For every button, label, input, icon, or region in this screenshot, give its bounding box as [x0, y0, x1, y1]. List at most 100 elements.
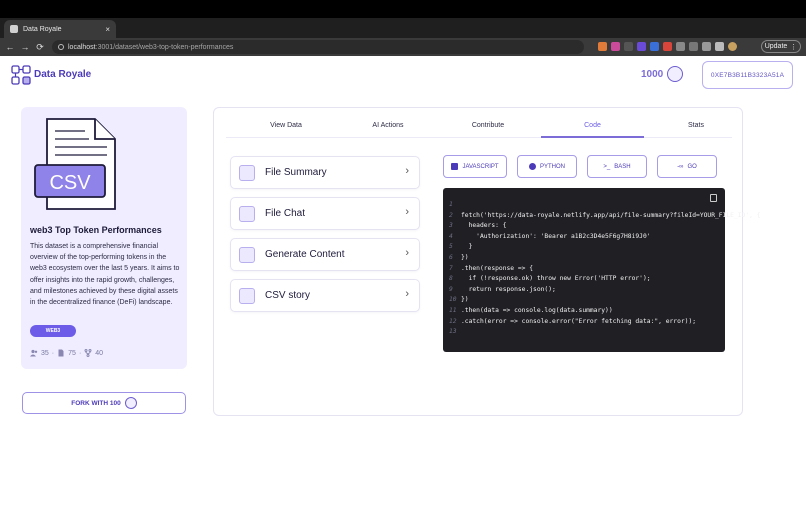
code-text: .then(response => {: [461, 264, 534, 272]
lang-label: BASH: [614, 163, 631, 170]
lang-label: PYTHON: [539, 163, 565, 170]
extension-icon[interactable]: [611, 42, 620, 51]
action-file-summary[interactable]: File Summary ›: [230, 156, 420, 189]
code-text: .catch(error => console.error("Error fet…: [461, 317, 697, 325]
code-line: 3 headers: {: [449, 221, 507, 232]
browser-tab[interactable]: Data Royale ×: [4, 20, 116, 38]
stats-separator: ·: [51, 349, 55, 357]
code-line: 12 .catch(error => console.error("Error f…: [449, 317, 696, 328]
code-text: }: [461, 243, 473, 251]
python-icon: [528, 163, 536, 170]
forks-count: 40: [95, 349, 104, 357]
forward-icon[interactable]: →: [19, 40, 31, 54]
extension-icons: [598, 42, 737, 51]
line-number: 12: [449, 317, 457, 325]
code-line: 7 .then(response => {: [449, 264, 533, 275]
tab-contribute[interactable]: Contribute: [448, 122, 528, 129]
tab-view-data[interactable]: View Data: [246, 122, 326, 129]
action-label: Generate Content: [265, 249, 345, 260]
tab-code[interactable]: Code: [541, 122, 644, 129]
reading-list-icon[interactable]: [702, 42, 711, 51]
line-number: 4: [449, 232, 453, 240]
favicon-icon: [10, 25, 18, 33]
data-royale-logo-icon[interactable]: [11, 65, 31, 85]
coin-icon: [667, 66, 683, 82]
chevron-right-icon: ›: [405, 206, 409, 218]
go-icon: -∞: [677, 163, 684, 170]
extension-metamask-icon[interactable]: [598, 42, 607, 51]
lang-python-button[interactable]: PYTHON: [517, 155, 577, 178]
dataset-tabs: View Data AI Actions Contribute Code Sta…: [226, 120, 732, 138]
tab-stats[interactable]: Stats: [656, 122, 736, 129]
fork-button[interactable]: FORK WITH 100: [22, 392, 186, 414]
code-text: fetch('https://data-royale.netlify.app/a…: [461, 211, 761, 219]
files-count: 75: [68, 349, 76, 357]
lang-go-button[interactable]: -∞ GO: [657, 155, 717, 178]
line-number: 7: [449, 264, 453, 272]
line-number: 6: [449, 254, 453, 261]
brand-name[interactable]: Data Royale: [34, 69, 91, 80]
file-chat-icon: [239, 206, 255, 222]
file-icon: [58, 349, 64, 357]
extension-icon[interactable]: [624, 42, 633, 51]
url-text: localhost:3001/dataset/web3-top-token-pe…: [68, 44, 233, 51]
extension-icon[interactable]: [689, 42, 698, 51]
action-generate-content[interactable]: Generate Content ›: [230, 238, 420, 271]
csv-illustration-text: CSV: [49, 172, 91, 194]
dataset-description: This dataset is a comprehensive financia…: [30, 243, 180, 307]
code-line: 8 if (!response.ok) throw new Error('HTT…: [449, 274, 651, 285]
extension-icon[interactable]: [637, 42, 646, 51]
action-label: CSV story: [265, 290, 311, 301]
file-summary-icon: [239, 165, 255, 181]
browser-update-button[interactable]: Update ⋮: [761, 40, 801, 53]
chevron-right-icon: ›: [405, 165, 409, 177]
profile-avatar[interactable]: [728, 42, 737, 51]
code-text: headers: {: [461, 222, 507, 230]
action-csv-story[interactable]: CSV story ›: [230, 279, 420, 312]
token-balance: 1000: [641, 69, 664, 80]
line-number: 8: [449, 275, 453, 283]
lang-bash-button[interactable]: >_ BASH: [587, 155, 647, 178]
code-text: if (!response.ok) throw new Error('HTTP …: [461, 275, 651, 283]
javascript-icon: [451, 163, 459, 170]
code-text: }): [461, 296, 469, 304]
lang-javascript-button[interactable]: JAVASCRIPT: [443, 155, 507, 178]
app-header: Data Royale 1000 0XE7B3B11B3323A51A: [0, 57, 806, 99]
extensions-puzzle-icon[interactable]: [676, 42, 685, 51]
action-file-chat[interactable]: File Chat ›: [230, 197, 420, 230]
address-bar[interactable]: localhost:3001/dataset/web3-top-token-pe…: [52, 40, 584, 54]
code-line: 9 return response.json();: [449, 285, 556, 296]
browser-tab-title: Data Royale: [23, 25, 62, 33]
line-number: 2: [449, 211, 453, 219]
more-menu-icon[interactable]: ⋮: [790, 43, 797, 51]
site-info-icon[interactable]: [58, 44, 64, 50]
code-snippet[interactable]: 1 2 fetch('https://data-royale.netlify.app…: [443, 188, 761, 352]
side-panel-icon[interactable]: [715, 42, 724, 51]
wallet-address-button[interactable]: 0XE7B3B11B3323A51A: [702, 61, 793, 89]
chevron-right-icon: ›: [405, 288, 409, 300]
extension-icon[interactable]: [650, 42, 659, 51]
line-number: 10: [449, 296, 457, 304]
browser-tab-strip: Data Royale × +: [0, 18, 806, 52]
code-line: 13: [449, 327, 461, 338]
reload-icon[interactable]: ⟳: [34, 40, 46, 54]
stats-separator: ·: [78, 349, 82, 357]
close-tab-icon[interactable]: ×: [105, 25, 110, 34]
copy-icon[interactable]: [710, 194, 717, 202]
csv-file-illustration: CSV: [34, 118, 116, 210]
code-text: .then(data => console.log(data.summary)): [461, 307, 613, 314]
coin-icon: [124, 397, 137, 409]
back-icon[interactable]: ←: [4, 40, 16, 54]
terminal-icon: >_: [603, 163, 611, 170]
action-label: File Chat: [265, 208, 306, 219]
line-number: 13: [449, 328, 457, 336]
tab-ai-actions[interactable]: AI Actions: [346, 122, 430, 129]
chevron-right-icon: ›: [405, 247, 409, 259]
code-line: 11 .then(data => console.log(data.summary…: [449, 306, 613, 317]
line-number: 1: [449, 201, 453, 208]
update-label: Update: [764, 43, 788, 50]
line-number: 3: [449, 222, 453, 230]
extension-icon[interactable]: [663, 42, 672, 51]
dataset-tag[interactable]: WEB3: [30, 325, 76, 337]
dataset-stats: 35 · 75 · 40: [30, 349, 103, 357]
